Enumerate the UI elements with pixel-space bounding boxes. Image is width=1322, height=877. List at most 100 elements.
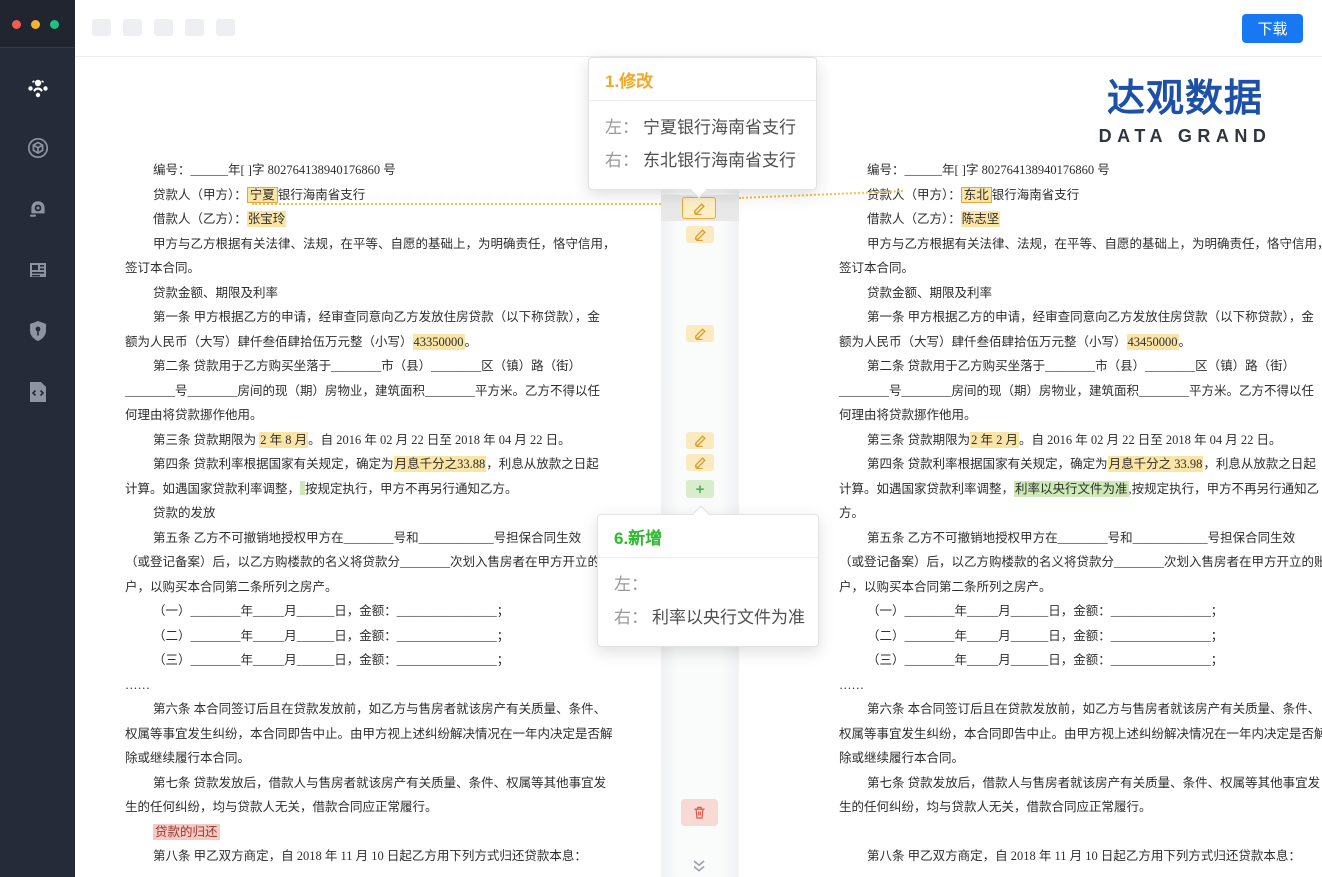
sidebar-item-news[interactable]	[25, 257, 51, 283]
doc-line: 户，以购买本合同第二条所列之房产。	[839, 575, 1319, 600]
sidebar-nav	[0, 74, 75, 405]
doc-line: 权属等事宜发生纠纷，本合同即告中止。由甲方视上述纠纷解决情况在一年内决定是否解	[839, 722, 1319, 747]
diff-highlight[interactable]: 宁夏	[247, 187, 278, 203]
sidebar-item-code-file[interactable]	[25, 379, 51, 405]
news-icon	[26, 258, 50, 282]
doc-text: 第五条 乙方不可撤销地授权甲方在________号和____________号担…	[867, 531, 1295, 545]
popup-right-label: 右：	[605, 151, 639, 170]
popup-left-label: 左：	[614, 575, 648, 594]
doc-line: 除或继续履行本合同。	[125, 746, 665, 771]
doc-text: （一）________年_____月______日，金额：___________…	[867, 604, 1223, 618]
doc-text: 方。	[839, 506, 864, 520]
diff-highlight[interactable]: 月息千分之 33.98	[1108, 456, 1204, 472]
doc-text: 第二条 贷款用于乙方购买坐落于________市（县）________区（镇）路…	[867, 359, 1295, 373]
download-button[interactable]: 下载	[1242, 14, 1303, 43]
modify-diff-pencil-icon[interactable]	[686, 226, 714, 243]
doc-text: 第八条 甲乙双方商定，自 2018 年 11 月 10 日起乙方用下列方式归还贷…	[153, 849, 587, 863]
doc-text: ________号________房间的现（期）房物业，建筑面积________…	[125, 384, 600, 398]
delete-diff-trash-icon[interactable]	[681, 799, 718, 826]
diff-highlight[interactable]: 2 年 2 月	[970, 432, 1019, 448]
doc-text: 第七条 贷款发放后，借款人与售房者就该房产有关质量、条件、权属等其他事宜发	[153, 776, 606, 790]
window-maximize-button[interactable]	[50, 20, 59, 29]
doc-text: ，利息从放款之日起	[486, 457, 599, 471]
doc-text: （或登记备案）后，以乙方购楼款的名义将贷款分________次划入售房者在甲方开…	[125, 555, 613, 569]
popup-right-value: 东北银行海南省支行	[643, 151, 796, 170]
doc-line: 甲方与乙方根据有关法律、法规，在平等、自愿的基础上，为明确责任，恪守信用，	[125, 232, 665, 257]
doc-line: 借款人（乙方）：张宝玲	[125, 207, 665, 232]
toolbar-placeholder	[123, 19, 142, 36]
modify-diff-pencil-icon[interactable]	[686, 432, 714, 449]
doc-line: （二）________年_____月______日，金额：___________…	[125, 624, 665, 649]
window-minimize-button[interactable]	[31, 20, 40, 29]
diff-highlight[interactable]: 东北	[961, 187, 992, 203]
diff-highlight[interactable]: 贷款的归还	[153, 824, 220, 840]
doc-text: 生的任何纠纷，均与贷款人无关，借款合同应正常履行。	[839, 800, 1152, 814]
popup-add-title: 6.新增	[598, 515, 818, 558]
doc-text: 第二条 贷款用于乙方购买坐落于________市（县）________区（镇）路…	[153, 359, 581, 373]
doc-line: 第八条 甲乙双方商定，自 2018 年 11 月 10 日起乙方用下列方式归还贷…	[839, 844, 1319, 869]
doc-line: 贷款人（甲方）：东北银行海南省支行	[839, 183, 1319, 208]
add-diff-plus-icon[interactable]: +	[686, 480, 714, 498]
doc-text: （或登记备案）后，以乙方购楼款的名义将贷款分________次划入售房者在甲方开…	[839, 555, 1322, 569]
topbar: 下载	[75, 0, 1322, 57]
doc-text: （三）________年_____月______日，金额：___________…	[153, 653, 509, 667]
sidebar-item-compare[interactable]	[25, 74, 51, 100]
diff-highlight[interactable]: 月息千分之33.88	[394, 456, 487, 472]
diff-highlight[interactable]: 利率以央行文件为准	[1014, 481, 1129, 497]
brand-name-en: DATA GRAND	[1095, 126, 1275, 147]
app-window: 下载 达观数据 DATA GRAND + 编号：______年[ ]字 8027…	[0, 0, 1322, 877]
doc-line: （二）________年_____月______日，金额：___________…	[839, 624, 1319, 649]
doc-line: 签订本合同。	[125, 256, 665, 281]
toolbar-placeholders	[92, 19, 235, 36]
doc-text: 除或继续履行本合同。	[125, 751, 250, 765]
doc-text: ……	[839, 678, 864, 692]
diff-highlight[interactable]: 43450000	[1127, 334, 1179, 350]
doc-line: ……	[839, 673, 1319, 698]
doc-text: 何理由将贷款挪作他用。	[125, 408, 263, 422]
scroll-next-diff-chevron-icon[interactable]	[690, 858, 708, 874]
doc-text: 第三条 贷款期限为	[153, 433, 259, 447]
sidebar-item-robot[interactable]	[25, 196, 51, 222]
doc-text: 生的任何纠纷，均与贷款人无关，借款合同应正常履行。	[125, 800, 438, 814]
doc-line: 第八条 甲乙双方商定，自 2018 年 11 月 10 日起乙方用下列方式归还贷…	[125, 844, 665, 869]
doc-text: 第四条 贷款利率根据国家有关规定，确定为	[153, 457, 394, 471]
doc-text: 权属等事宜发生纠纷，本合同即告中止。由甲方视上述纠纷解决情况在一年内决定是否解	[125, 727, 613, 741]
doc-text: 贷款人（甲方）：	[153, 188, 247, 202]
doc-line	[839, 820, 1319, 845]
diff-highlight[interactable]: 43350000	[413, 334, 465, 350]
doc-text: 第一条 甲方根据乙方的申请，经审查同意向乙方发放住房贷款（以下称贷款），金	[867, 310, 1314, 324]
sidebar-item-cube[interactable]	[25, 135, 51, 161]
org-network-icon	[25, 74, 51, 100]
doc-line: 何理由将贷款挪作他用。	[125, 403, 665, 428]
diff-highlight[interactable]: 张宝玲	[247, 211, 287, 227]
toolbar-placeholder	[216, 19, 235, 36]
popup-modify-title: 1.修改	[589, 58, 816, 101]
modify-diff-pencil-icon[interactable]	[686, 325, 714, 342]
modify-diff-pencil-icon[interactable]	[686, 454, 714, 471]
sidebar-item-security[interactable]	[25, 318, 51, 344]
popup-right-label: 右：	[614, 608, 648, 627]
doc-line: ……	[125, 673, 665, 698]
robot-icon	[26, 197, 50, 221]
popup-left-value: 宁夏银行海南省支行	[643, 118, 796, 137]
doc-line: 计算。如遇国家贷款利率调整，利率以央行文件为准,按规定执行，甲方不再另行通知乙	[839, 477, 1319, 502]
doc-text: 贷款金额、期限及利率	[867, 286, 992, 300]
doc-line: 第七条 贷款发放后，借款人与售房者就该房产有关质量、条件、权属等其他事宜发	[125, 771, 665, 796]
diff-highlight[interactable]: 2 年 8 月	[259, 432, 308, 448]
window-close-button[interactable]	[12, 20, 21, 29]
doc-text: 何理由将贷款挪作他用。	[839, 408, 977, 422]
diff-highlight[interactable]: 陈志坚	[961, 211, 1001, 227]
modify-diff-pencil-icon[interactable]	[682, 197, 716, 219]
cube-icon	[26, 136, 50, 160]
doc-line: 第二条 贷款用于乙方购买坐落于________市（县）________区（镇）路…	[839, 354, 1319, 379]
doc-line: 第七条 贷款发放后，借款人与售房者就该房产有关质量、条件、权属等其他事宜发	[839, 771, 1319, 796]
doc-text: 签订本合同。	[839, 261, 914, 275]
sidebar	[0, 0, 75, 877]
doc-text: 银行海南省支行	[278, 188, 366, 202]
toolbar-placeholder	[154, 19, 173, 36]
doc-text: 签订本合同。	[125, 261, 200, 275]
doc-line: （一）________年_____月______日，金额：___________…	[839, 599, 1319, 624]
doc-line: 第一条 甲方根据乙方的申请，经审查同意向乙方发放住房贷款（以下称贷款），金	[125, 305, 665, 330]
toolbar-placeholder	[92, 19, 111, 36]
doc-line: 第四条 贷款利率根据国家有关规定，确定为月息千分之33.88，利息从放款之日起	[125, 452, 665, 477]
